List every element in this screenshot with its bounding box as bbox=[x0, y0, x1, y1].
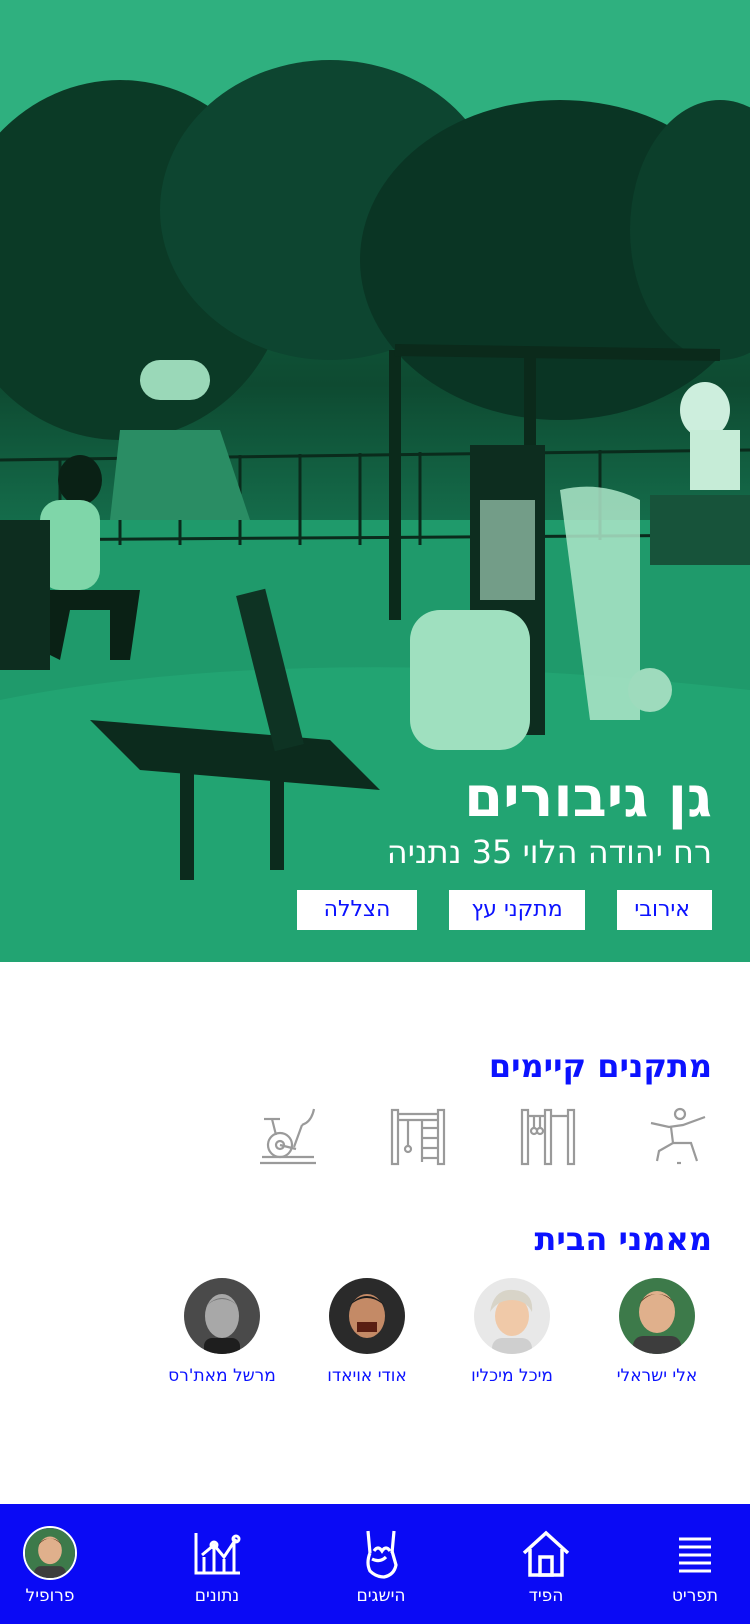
exercise-bike-icon[interactable] bbox=[252, 1100, 324, 1172]
trainer-card[interactable]: מרשל מאת'רס bbox=[167, 1278, 277, 1386]
climbing-ladder-icon[interactable] bbox=[382, 1100, 454, 1172]
chart-icon bbox=[192, 1526, 242, 1580]
stretching-person-icon[interactable] bbox=[642, 1100, 714, 1172]
nav-label: נתונים bbox=[194, 1586, 240, 1606]
nav-profile[interactable]: פרופיל bbox=[0, 1504, 100, 1624]
avatar bbox=[474, 1278, 550, 1354]
equipment-list bbox=[252, 1100, 714, 1172]
rock-hand-icon bbox=[360, 1526, 402, 1580]
nav-stats[interactable]: נתונים bbox=[157, 1504, 277, 1624]
tag-wooden-equipment[interactable]: מתקני עץ bbox=[449, 890, 585, 930]
park-hero-image: גן גיבורים רח יהודה הלוי 35 נתניה אירובי… bbox=[0, 0, 750, 962]
park-address: רח יהודה הלוי 35 נתניה bbox=[386, 833, 712, 871]
avatar bbox=[619, 1278, 695, 1354]
profile-avatar-wrapper bbox=[23, 1526, 77, 1580]
pull-up-bars-icon[interactable] bbox=[512, 1100, 584, 1172]
avatar bbox=[23, 1526, 77, 1580]
nav-achievements[interactable]: הישגים bbox=[321, 1504, 441, 1624]
trainer-card[interactable]: מיכל מיכליו bbox=[457, 1278, 567, 1386]
nav-feed[interactable]: הפיד bbox=[486, 1504, 606, 1624]
trainers-section-title: מאמני הבית bbox=[534, 1220, 712, 1258]
nav-label: פרופיל bbox=[25, 1586, 75, 1606]
park-tags: אירובי מתקני עץ הצללה bbox=[297, 890, 712, 930]
trainer-name: מיכל מיכליו bbox=[471, 1366, 553, 1386]
menu-icon bbox=[675, 1526, 715, 1580]
trainer-name: אלי ישראלי bbox=[616, 1366, 698, 1386]
trainers-list: אלי ישראלי מיכל מיכליו אודי אויאדו מרשל … bbox=[167, 1278, 712, 1386]
nav-label: תפריט bbox=[671, 1586, 719, 1606]
avatar bbox=[329, 1278, 405, 1354]
nav-label: הישגים bbox=[356, 1586, 406, 1606]
avatar bbox=[184, 1278, 260, 1354]
trainer-name: מרשל מאת'רס bbox=[168, 1366, 276, 1386]
trainer-name: אודי אויאדו bbox=[327, 1366, 407, 1386]
trainer-card[interactable]: אלי ישראלי bbox=[602, 1278, 712, 1386]
bottom-navigation: תפריט הפיד הישגים נתונים פרופיל bbox=[0, 1504, 750, 1624]
trainer-card[interactable]: אודי אויאדו bbox=[312, 1278, 422, 1386]
home-icon bbox=[520, 1526, 572, 1580]
park-title: גן גיבורים bbox=[464, 765, 712, 830]
tag-shade[interactable]: הצללה bbox=[297, 890, 417, 930]
equipment-section-title: מתקנים קיימים bbox=[488, 1047, 712, 1085]
nav-menu[interactable]: תפריט bbox=[640, 1504, 750, 1624]
nav-label: הפיד bbox=[528, 1586, 564, 1606]
tag-aerobic[interactable]: אירובי bbox=[617, 890, 712, 930]
